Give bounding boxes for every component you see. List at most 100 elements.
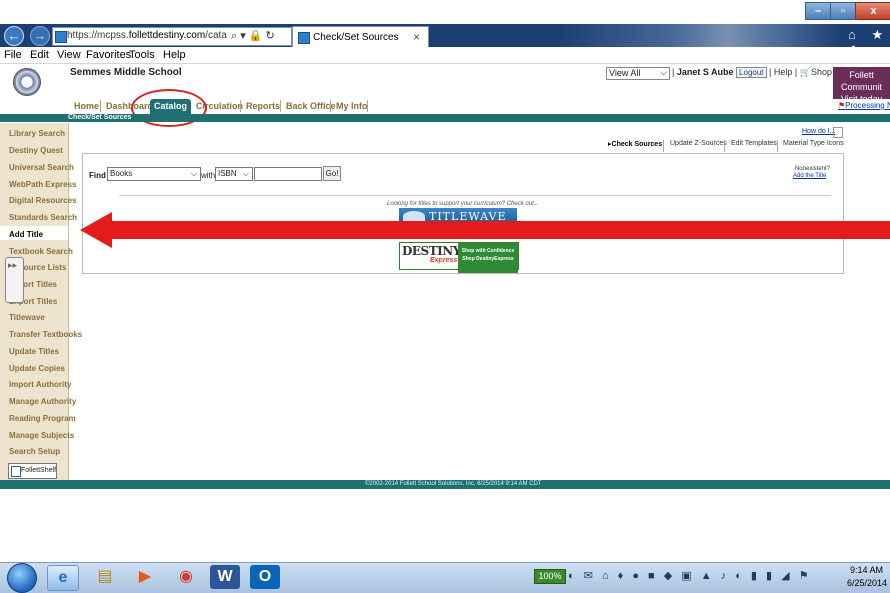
menu-favorites[interactable]: Favorites — [86, 49, 131, 61]
processing-needs-link[interactable]: ⚑Processing Needs — [838, 101, 890, 110]
copyright-text: ©2002-2014 Follett School Solutions, Inc… — [365, 481, 542, 487]
sidebar-item-update-copies[interactable]: Update Copies — [9, 364, 65, 373]
chevron-down-icon: ⌵ — [190, 169, 197, 178]
divider — [119, 195, 831, 196]
go-button[interactable]: Go! — [323, 166, 341, 181]
nav-bar-background-art — [560, 24, 840, 47]
sidebar-collapse-handle[interactable]: ▸▸ — [5, 257, 24, 303]
tab-home[interactable]: Home — [74, 99, 99, 114]
word-icon[interactable]: W — [210, 565, 240, 589]
destiny-express-banner[interactable]: DESTINY Express Shop with Confidence Sho… — [399, 242, 519, 273]
sidebar-item-update-titles[interactable]: Update Titles — [9, 347, 59, 356]
close-window-button[interactable]: x — [855, 2, 890, 20]
clock-time[interactable]: 9:14 AM — [850, 565, 883, 575]
page-footer: ©2002-2014 Follett School Solutions, Inc… — [0, 480, 890, 489]
tab-divider — [240, 100, 241, 112]
how-do-i-link[interactable]: How do I... — [802, 128, 835, 135]
sidebar-item-textbook-search[interactable]: Textbook Search — [9, 247, 73, 256]
titlewave-logo-icon — [403, 211, 425, 221]
sidebar-item-webpath-express[interactable]: WebPath Express — [9, 180, 76, 189]
file-explorer-icon[interactable]: ▤ — [90, 565, 120, 589]
double-chevron-icon: ▸▸ — [8, 260, 18, 270]
sidebar-item-library-search[interactable]: Library Search — [9, 129, 65, 138]
search-field-select[interactable]: ISBN ⌵ — [215, 167, 253, 181]
follett-shelf-button[interactable]: FollettShelf — [8, 463, 57, 479]
system-tray-icons[interactable]: ◐ ✉ ⌂ ♦ ● ■ ◆ ▣ ▲ ♪ ◐ ▮ ▮ ◢ ⚑ — [568, 569, 812, 582]
school-name: Semmes Middle School — [70, 67, 182, 78]
minimize-button[interactable]: – — [805, 2, 831, 20]
tab-my-info[interactable]: My Info — [336, 99, 368, 114]
internet-explorer-icon[interactable]: e — [47, 565, 79, 591]
help-icon[interactable] — [833, 127, 843, 138]
breadcrumb: Check/Set Sources — [68, 114, 132, 121]
sidebar-item-reading-program[interactable]: Reading Program — [9, 414, 76, 423]
cart-icon: 🛒 — [799, 67, 811, 77]
sidebar-item-add-title[interactable]: Add Title — [9, 230, 43, 239]
subtab-edit-templates[interactable]: Edit Templates — [731, 140, 777, 147]
breadcrumb-bar — [0, 114, 890, 122]
address-tools-icons[interactable]: ⌕ ▾ 🔒 ↻ — [231, 29, 275, 43]
view-all-select[interactable]: View All ⌵ — [606, 67, 670, 80]
menu-file[interactable]: File — [4, 49, 22, 61]
tab-back-office[interactable]: Back Office — [286, 99, 336, 114]
find-type-select[interactable]: Books ⌵ — [107, 167, 201, 181]
chevron-down-icon: ⌵ — [660, 67, 667, 77]
sidebar-item-search-setup[interactable]: Search Setup — [9, 447, 60, 456]
tab-divider — [367, 100, 368, 112]
menu-view[interactable]: View — [57, 49, 81, 61]
subtab-divider — [777, 140, 778, 152]
search-input[interactable] — [254, 167, 322, 181]
sidebar-item-manage-subjects[interactable]: Manage Subjects — [9, 431, 74, 440]
destiny-logo-text: DESTINY — [402, 244, 461, 258]
add-the-title-link[interactable]: Add the Title — [793, 173, 826, 179]
sidebar-item-destiny-quest[interactable]: Destiny Quest — [9, 146, 63, 155]
sidebar-item-standards-search[interactable]: Standards Search — [9, 213, 77, 222]
zoom-level-badge[interactable]: 100% — [534, 569, 566, 584]
tab-reports[interactable]: Reports — [246, 99, 280, 114]
tab-divider — [100, 100, 101, 112]
logout-button[interactable]: Logout — [736, 67, 767, 78]
chrome-icon[interactable]: ◉ — [171, 565, 201, 589]
find-label: Find — [89, 171, 106, 180]
address-bar[interactable]: https://mcpss.follettdestiny.com/catalog… — [52, 27, 292, 46]
site-favicon-icon — [55, 31, 67, 43]
subtab-material-type-icons[interactable]: Material Type Icons — [783, 140, 844, 147]
menu-tools[interactable]: Tools — [129, 49, 155, 61]
user-strip: | Janet S Aube Logout | Help | 🛒Shop | — [672, 67, 837, 78]
search-panel: Find Books ⌵ with ISBN ⌵ Go! Nonexistent? … — [82, 153, 844, 274]
maximize-button[interactable]: ▫ — [830, 2, 856, 20]
window-title-bar — [0, 0, 890, 24]
shop-link[interactable]: Shop — [811, 67, 832, 77]
subtab-check-sources[interactable]: ▸Check Sources — [608, 140, 662, 148]
tab-close-icon[interactable]: × — [413, 30, 420, 44]
promo-text: Looking for titles to support your curri… — [387, 201, 539, 207]
subtab-divider — [663, 140, 664, 152]
forward-button[interactable]: → — [30, 26, 50, 46]
clock-date[interactable]: 6/25/2014 — [847, 578, 887, 588]
find-type-value: Books — [110, 169, 133, 178]
url-path: /cataloging/servle — [205, 30, 227, 41]
menu-edit[interactable]: Edit — [30, 49, 49, 61]
red-arrow-head — [80, 212, 112, 248]
chevron-down-icon: ⌵ — [242, 169, 249, 178]
url-prefix: https://mcpss. — [67, 30, 129, 41]
media-player-icon[interactable]: ▶ — [130, 565, 160, 589]
help-link[interactable]: Help — [774, 67, 793, 77]
sidebar-item-manage-authority[interactable]: Manage Authority — [9, 397, 76, 406]
sidebar-item-universal-search[interactable]: Universal Search — [9, 163, 74, 172]
sidebar-item-import-authority[interactable]: Import Authority — [9, 380, 71, 389]
menu-help[interactable]: Help — [163, 49, 186, 61]
browser-tab[interactable]: Check/Set Sources × — [292, 26, 429, 48]
follett-community-banner[interactable]: Follett Communit Visit today — [833, 67, 890, 104]
shelf-icon — [11, 466, 21, 477]
outlook-icon[interactable]: O — [250, 565, 280, 589]
subtab-update-z-sources[interactable]: Update Z-Sources — [670, 140, 727, 147]
search-field-value: ISBN — [218, 169, 237, 178]
sidebar-item-transfer-textbooks[interactable]: Transfer Textbooks — [9, 330, 82, 339]
sidebar-item-titlewave[interactable]: Titlewave — [9, 313, 45, 322]
back-button[interactable]: ← — [4, 26, 24, 46]
start-button-icon[interactable] — [7, 563, 37, 593]
tab-title: Check/Set Sources — [313, 32, 399, 43]
address-url[interactable]: https://mcpss.follettdestiny.com/catalog… — [67, 30, 227, 41]
sidebar-item-digital-resources[interactable]: Digital Resources — [9, 196, 77, 205]
